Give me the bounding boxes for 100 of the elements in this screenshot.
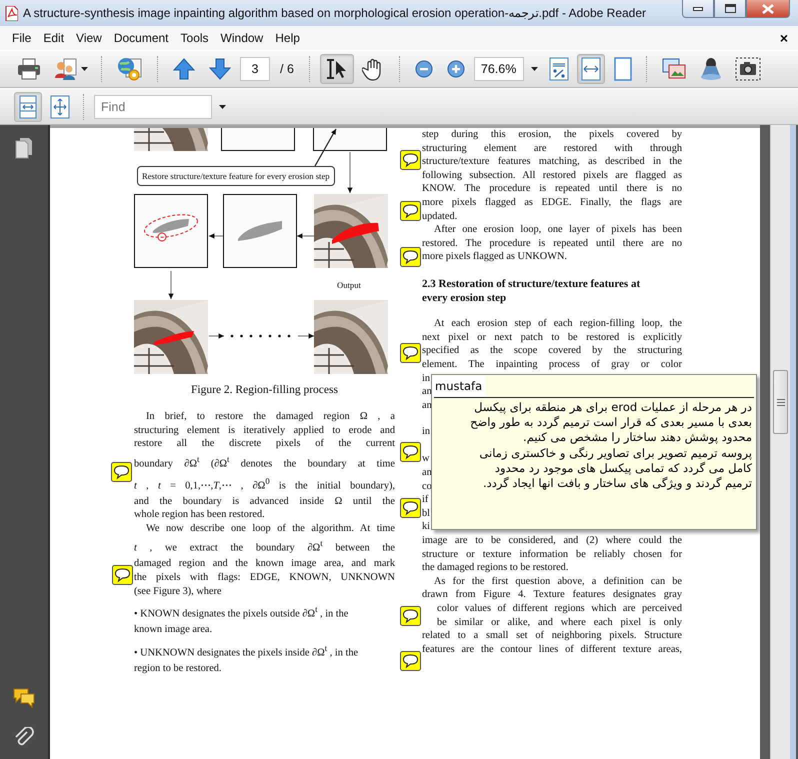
width-arrows-icon	[580, 57, 601, 81]
text-line: an	[422, 385, 432, 399]
page-count: / 6	[280, 62, 294, 76]
text-line: structure/texture features matching, as described in the	[422, 155, 682, 169]
text-line: bl	[422, 506, 430, 520]
output-label: Output	[337, 280, 361, 290]
maximize-button[interactable]	[714, 0, 746, 18]
text-line: As for the first question above, a definition can be	[433, 574, 682, 588]
text-line: In brief, to restore the damaged region Ω , a	[145, 410, 395, 424]
text-line: At each erosion step of each region-filling loop, the	[433, 317, 682, 331]
minimize-icon	[693, 6, 703, 10]
zoom-field[interactable]: 76.6%	[474, 57, 524, 81]
text-line: region to be restored.	[134, 662, 222, 676]
text-line: the pixels with flags: EDGE, KNOWN, UNKNOWN	[134, 570, 395, 585]
text-line: structure or texture information be reliably chosen for	[422, 548, 682, 562]
pdf-icon	[5, 6, 18, 20]
menu-item[interactable]: File	[6, 29, 38, 47]
caret-icon[interactable]	[219, 104, 226, 108]
ellipsis-dots	[230, 334, 290, 338]
scrollbar[interactable]	[770, 125, 790, 759]
menu-item[interactable]: View	[70, 29, 108, 47]
text-line: KNOW. The procedure is repeated until there is no	[422, 182, 682, 196]
printer-icon	[16, 57, 42, 81]
text-line: structuring element is iteratively applied to erode and	[134, 424, 395, 438]
arrow	[298, 333, 314, 339]
menu-item[interactable]: Window	[214, 29, 270, 47]
text-line: boundary ∂Ω$^{t}$ (∂Ω$^{t}$ denotes the boundary at time	[134, 452, 395, 472]
text-line: more pixels flagged as UNKOWN.	[422, 250, 568, 264]
globe-gear-icon	[116, 56, 144, 82]
text-line: structuring element are restored with through	[422, 142, 682, 156]
text-line: in	[422, 372, 430, 386]
text-line: and the boundary is advanced inside Ω until the	[134, 494, 395, 508]
comment-note-icon[interactable]	[400, 150, 421, 170]
menu-item[interactable]: Edit	[37, 29, 70, 47]
window-title: A structure-synthesis image inpainting algorithm based on morphological erosion operation-ترجمه.pdf - Adobe Reader	[23, 6, 648, 20]
text-line: • UNKNOWN designates the pixels inside ∂Ω$^{t}$ , in the	[134, 642, 360, 660]
section-heading: 2.3 Restoration of structure/texture features at	[422, 278, 642, 292]
menu-item[interactable]: Help	[269, 29, 306, 47]
text-line: restore all the discrete pixels of the current	[134, 437, 395, 451]
expand-arrows-icon	[50, 94, 70, 118]
stamp-icon	[698, 56, 723, 82]
minimize-button[interactable]	[682, 0, 714, 18]
comment-text: ترمیم گردند و ویژگی های ساختار و بافت انها ایجاد گردد.	[482, 476, 752, 492]
text-line: • KNOWN designates the pixels outside ∂Ω$^{t}$ , in the	[134, 603, 350, 622]
arrow	[347, 152, 353, 193]
comment-text: پروسه ترمیم تصویر برای تصاویر رنگی و خاکستری زمانی	[478, 446, 752, 461]
mask-drawing	[142, 213, 200, 243]
text-line: t , we extract the boundary ∂Ω$^{t}$ between the	[134, 537, 395, 556]
select-tool-button[interactable]	[320, 54, 354, 84]
people-icon	[54, 57, 78, 81]
comments-icon[interactable]	[12, 687, 36, 709]
text-line: more pixels flagged as EDGE. Finally, the flags are	[422, 196, 682, 210]
comment-note-icon[interactable]	[400, 651, 421, 671]
scroll-thumb[interactable]	[773, 370, 788, 434]
caret-icon[interactable]	[530, 67, 538, 71]
down-arrow-icon	[208, 57, 232, 81]
section-heading: every erosion step	[422, 292, 508, 306]
comment-note-icon[interactable]	[400, 498, 421, 518]
menu-item[interactable]: Document	[108, 29, 175, 47]
text-line: specified as the scope covered by the structuring	[422, 344, 682, 358]
arrow	[209, 333, 224, 339]
text-line: in	[422, 425, 430, 439]
comment-note-icon[interactable]	[400, 247, 421, 267]
arrow	[314, 128, 337, 166]
find-field[interactable]: Find	[94, 94, 212, 118]
text-line: After one erosion loop, one layer of pixels has been	[433, 223, 682, 237]
comment-text: در هر مرحله از عملیات erod برای هر منطقه برای پیکسل	[473, 400, 752, 416]
text-line: following subsection. All restored pixels are flagged as	[422, 168, 682, 182]
text-line: step during this erosion, the pixels covered by	[422, 128, 682, 142]
caret-icon[interactable]	[81, 67, 88, 71]
page-number-field[interactable]: 3	[240, 57, 270, 81]
text-line: known image area.	[134, 623, 214, 637]
close-icon	[762, 4, 774, 14]
comment-note-icon[interactable]	[400, 606, 421, 626]
fit-width-button[interactable]	[576, 54, 605, 84]
minus-icon	[414, 60, 433, 78]
comment-note-icon[interactable]	[400, 442, 421, 462]
comment-note-icon[interactable]	[111, 462, 132, 482]
arrow	[168, 271, 174, 299]
plus-icon	[446, 60, 465, 78]
comment-note-icon[interactable]	[112, 565, 133, 585]
comment-note-icon[interactable]	[400, 201, 421, 221]
text-line: if	[422, 493, 428, 507]
menu-item[interactable]: Tools	[174, 29, 215, 47]
comment-text: محدود پوشش دهند ساختار را مشخص می کنیم.	[522, 430, 752, 446]
figure-caption: Figure 2. Region-filling process	[190, 384, 339, 396]
pages-icon[interactable]	[15, 137, 33, 159]
continuous-page-button[interactable]	[14, 92, 42, 122]
camera-icon	[734, 57, 761, 81]
close-button[interactable]	[746, 0, 790, 18]
text-line: the damaged regions to be restored.	[422, 561, 570, 575]
text-line: next pixel or next patch to be restored is explicitly	[422, 330, 682, 344]
text-line: image are to be considered, and (2) where could the	[422, 534, 682, 548]
comment-text: بعدی با مسیر بعدی که قرار است ترمیم گردد به طور واضح	[469, 415, 752, 430]
text-line: (see Figure 3), where	[134, 584, 222, 598]
comment-note-icon[interactable]	[400, 343, 421, 363]
up-arrow-icon	[172, 57, 196, 81]
text-line: We now describe one loop of the algorithm. At time	[145, 522, 395, 536]
text-line: drawn from Figure 4. Texture features designates gray	[422, 588, 682, 602]
close-document-button[interactable]: ×	[780, 30, 788, 46]
